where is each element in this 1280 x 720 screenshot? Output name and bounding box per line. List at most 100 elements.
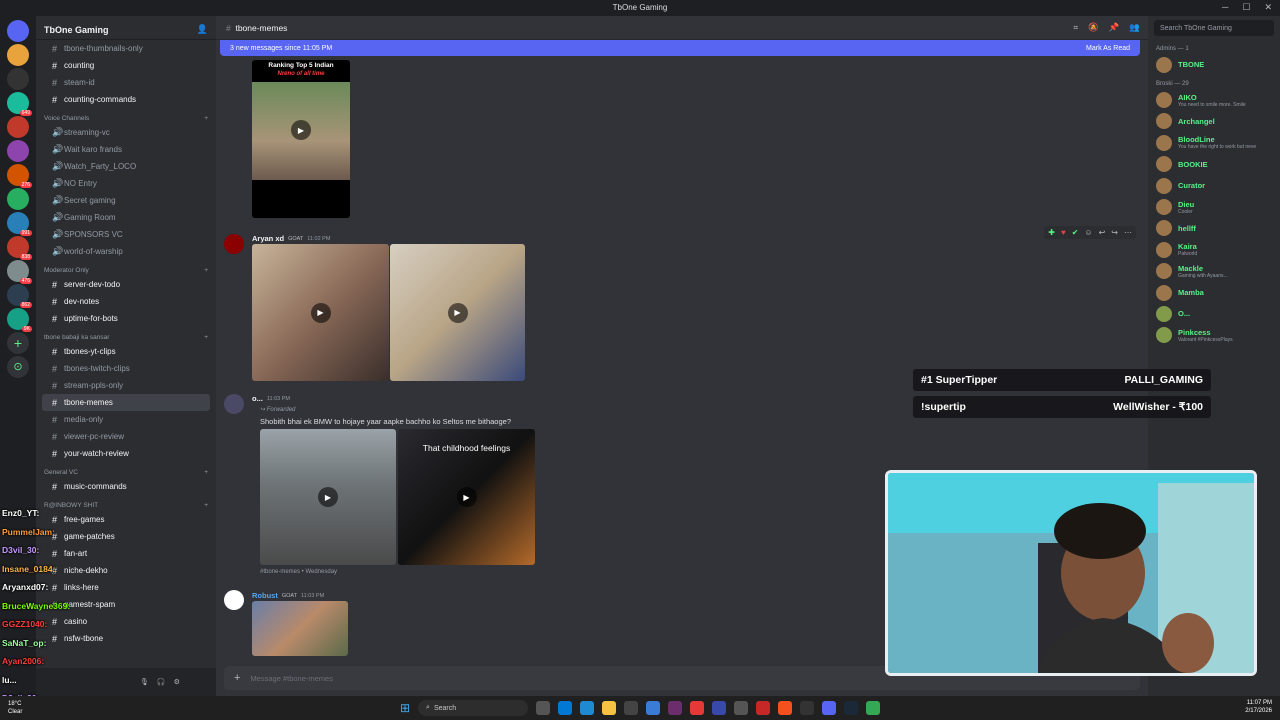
mute-icon[interactable]: 🔕	[1088, 22, 1099, 33]
channel-item[interactable]: # steam-id	[42, 74, 210, 91]
task-view-icon[interactable]	[536, 701, 551, 715]
mark-as-read-button[interactable]: Mark As Read	[1086, 45, 1130, 52]
minimize-icon[interactable]: ─	[1222, 2, 1228, 13]
member-item[interactable]: O...	[1148, 303, 1280, 324]
add-channel-icon[interactable]: +	[204, 502, 208, 509]
app-icon[interactable]	[712, 701, 727, 715]
search-input[interactable]: Search TbOne Gaming	[1154, 20, 1274, 36]
server-icon[interactable]	[7, 188, 29, 210]
channel-item[interactable]: 🔊 Gaming Room	[42, 209, 210, 226]
play-icon[interactable]: ▶	[310, 302, 331, 323]
discord-icon[interactable]	[822, 701, 837, 715]
member-item[interactable]: BOOKIE	[1148, 154, 1280, 175]
member-item[interactable]: Mamba	[1148, 282, 1280, 303]
more-icon[interactable]: ⋯	[1124, 228, 1132, 237]
channel-item[interactable]: # server-dev-todo	[42, 276, 210, 293]
add-attachment-icon[interactable]: +	[234, 672, 240, 684]
image-attachment[interactable]	[252, 601, 348, 656]
video-attachment[interactable]: Ranking Top 5 Indian Nreno of all time ▶	[252, 60, 350, 218]
channel-item[interactable]: 🔊 NO Entry	[42, 175, 210, 192]
server-icon[interactable]: 862	[7, 284, 32, 308]
channel-item[interactable]: # uptime-for-bots	[42, 310, 210, 327]
maximize-icon[interactable]: ☐	[1242, 2, 1250, 13]
add-member-icon[interactable]: 👤	[197, 24, 208, 35]
app-icon[interactable]	[734, 701, 749, 715]
video-attachment[interactable]: That childhood feelings ▶	[398, 429, 535, 565]
channel-category[interactable]: Moderator Only +	[36, 260, 216, 276]
members-icon[interactable]: 👥	[1129, 22, 1140, 33]
author-name[interactable]: o...	[252, 394, 263, 403]
play-icon[interactable]: ▶	[318, 487, 338, 507]
server-icon[interactable]: 276	[7, 164, 32, 188]
steam-icon[interactable]	[844, 701, 859, 715]
play-icon[interactable]: ▶	[291, 120, 311, 140]
channel-item[interactable]: # counting-commands	[42, 91, 210, 108]
channel-item[interactable]: 🔊 Secret gaming	[42, 192, 210, 209]
weather-widget[interactable]: 18°C Clear	[8, 700, 22, 716]
channel-item[interactable]: # counting	[42, 57, 210, 74]
member-item[interactable]: TBONE	[1148, 54, 1280, 75]
server-header[interactable]: TbOne Gaming 👤	[36, 16, 216, 40]
channel-category[interactable]: General VC +	[36, 462, 216, 478]
app-icon[interactable]	[756, 701, 771, 715]
channel-item[interactable]: # dev-notes	[42, 293, 210, 310]
server-icon[interactable]	[7, 116, 29, 138]
system-clock[interactable]: 11:07 PM 2/17/2026	[1245, 699, 1272, 715]
check-icon[interactable]: ✔	[1072, 228, 1079, 237]
app-icon[interactable]	[800, 701, 815, 715]
member-item[interactable]: BloodLine You have the right to work but …	[1148, 132, 1280, 153]
member-item[interactable]: Dieu Cooler	[1148, 196, 1280, 217]
member-item[interactable]: Curator	[1148, 175, 1280, 196]
play-icon[interactable]: ▶	[456, 487, 477, 507]
taskbar-search[interactable]: ⌕ Search	[418, 700, 529, 716]
play-icon[interactable]: ▶	[447, 302, 468, 323]
avatar[interactable]	[224, 394, 244, 414]
new-messages-bar[interactable]: 3 new messages since 11:05 PM Mark As Re…	[220, 40, 1140, 56]
channel-item[interactable]: # music-commands	[42, 478, 210, 495]
brave-icon[interactable]	[778, 701, 793, 715]
video-attachment[interactable]: ▶	[390, 244, 525, 381]
app-icon[interactable]	[624, 701, 639, 715]
channel-item[interactable]: # tbones-yt-clips	[42, 343, 210, 360]
member-item[interactable]: Mackle Gaming with Ayaans...	[1148, 261, 1280, 282]
heart-icon[interactable]: ♥	[1061, 228, 1066, 237]
server-icon[interactable]	[7, 140, 29, 162]
channel-item[interactable]: 🔊 Wait karo frands	[42, 141, 210, 158]
channel-item[interactable]: # tbone-thumbnails-only	[42, 40, 210, 57]
app-icon[interactable]	[690, 701, 705, 715]
add-server-icon[interactable]: +	[7, 332, 29, 354]
channel-item[interactable]: 🔊 world-of-warship	[42, 243, 210, 260]
chrome-icon[interactable]	[866, 701, 881, 715]
server-icon[interactable]: 476	[7, 260, 32, 284]
add-channel-icon[interactable]: +	[204, 267, 208, 274]
member-item[interactable]: Kaira Palworld	[1148, 239, 1280, 260]
add-channel-icon[interactable]: +	[204, 115, 208, 122]
message-input[interactable]: Message #tbone-memes	[250, 674, 333, 683]
forward-source[interactable]: #tbone-memes • Wednesday	[260, 569, 337, 575]
explore-icon[interactable]: ⊙	[7, 356, 29, 378]
channel-item[interactable]: # stream-ppls-only	[42, 377, 210, 394]
add-channel-icon[interactable]: +	[204, 469, 208, 476]
edge-icon[interactable]	[580, 701, 595, 715]
channel-item[interactable]: 🔊 streaming-vc	[42, 124, 210, 141]
member-item[interactable]: Pinkcess Valorant #PinkcessPlays	[1148, 325, 1280, 346]
copilot-icon[interactable]	[558, 701, 573, 715]
channel-item[interactable]: # media-only	[42, 411, 210, 428]
app-icon[interactable]	[646, 701, 661, 715]
server-icon[interactable]: 9K	[7, 308, 32, 332]
channel-item[interactable]: # tbone-memes	[42, 394, 210, 411]
server-icon[interactable]: 991	[7, 212, 32, 236]
channel-item[interactable]: # your-watch-review	[42, 445, 210, 462]
add-channel-icon[interactable]: +	[204, 334, 208, 341]
app-icon[interactable]	[668, 701, 683, 715]
headphones-icon[interactable]: 🎧	[157, 678, 166, 686]
channel-item[interactable]: 🔊 Watch_Farty_LOCO	[42, 158, 210, 175]
channel-category[interactable]: Voice Channels +	[36, 108, 216, 124]
author-name[interactable]: Robust	[252, 591, 278, 600]
channel-category[interactable]: tbone babaji ka sansar +	[36, 327, 216, 343]
member-item[interactable]: hellff	[1148, 218, 1280, 239]
channel-item[interactable]: 🔊 SPONSORS VC	[42, 226, 210, 243]
emoji-icon[interactable]: ☺	[1084, 228, 1092, 237]
settings-icon[interactable]: ⚙	[174, 678, 180, 686]
avatar[interactable]	[224, 590, 244, 610]
